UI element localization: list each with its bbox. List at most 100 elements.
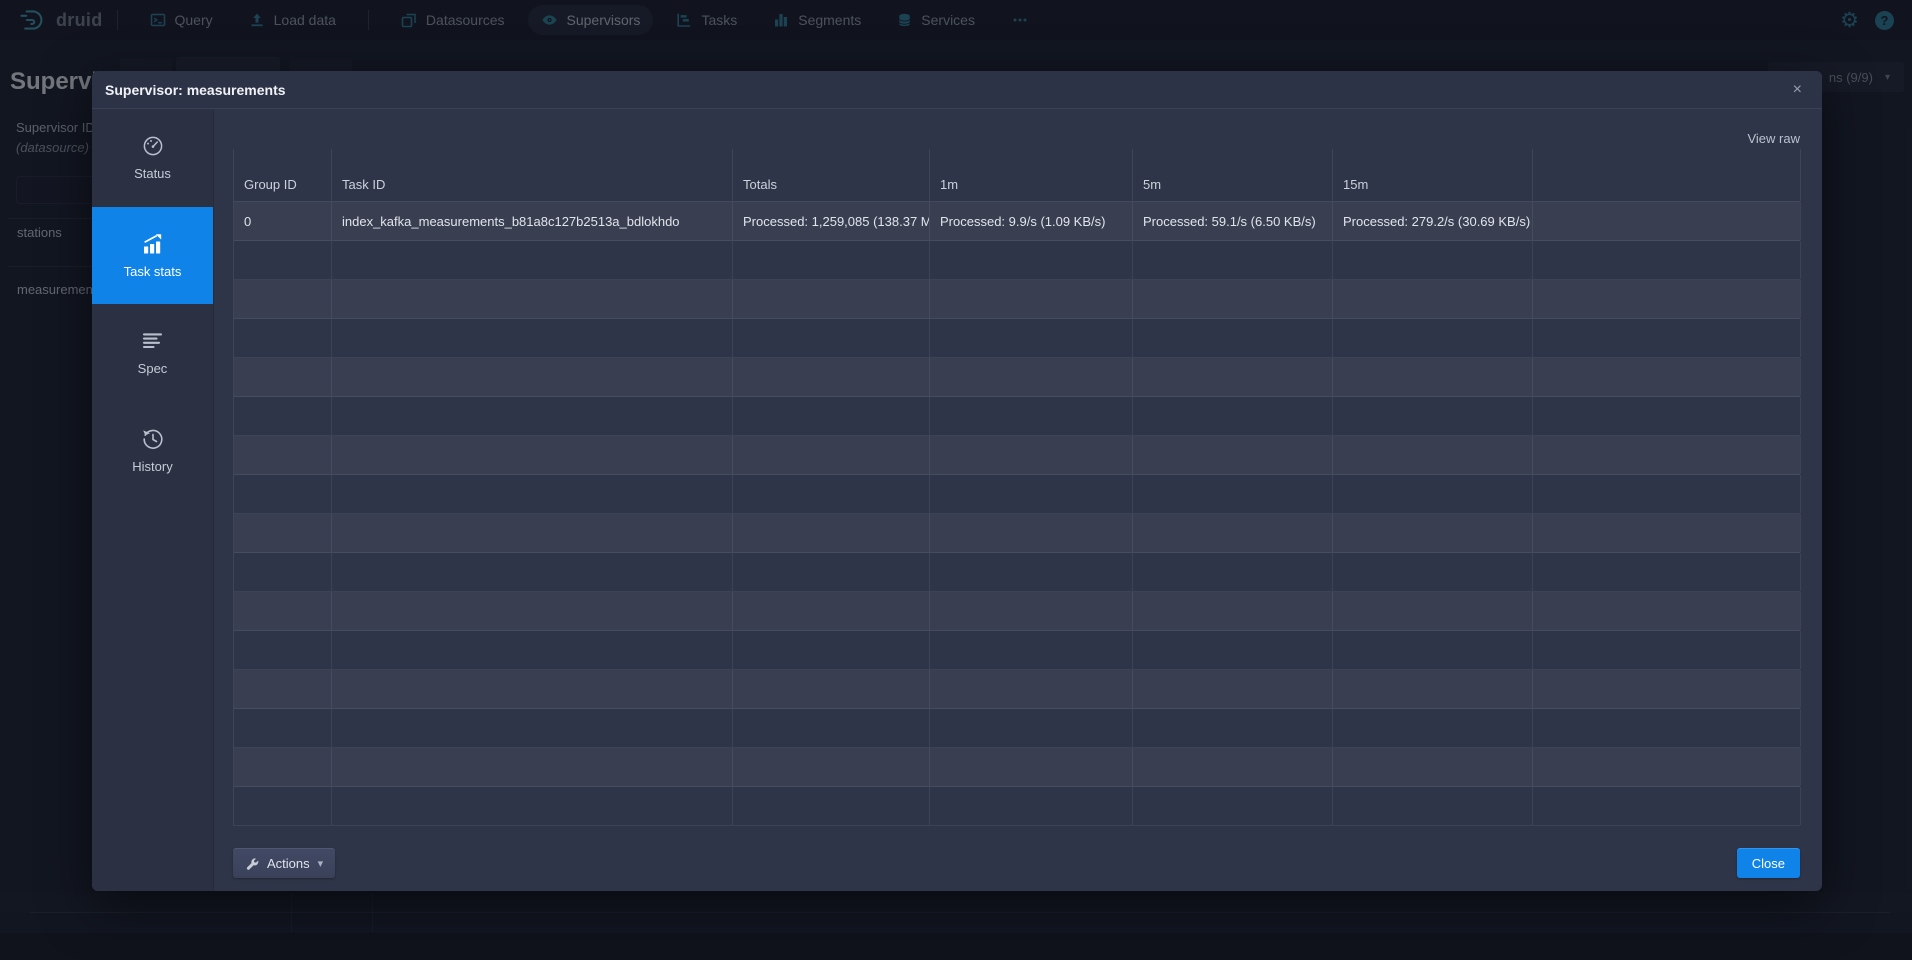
table-cell (1333, 787, 1533, 825)
table-cell (1333, 475, 1533, 513)
table-cell (930, 319, 1133, 357)
table-cell (1133, 787, 1333, 825)
actions-button[interactable]: Actions ▾ (233, 848, 335, 878)
column-header[interactable]: 5m (1133, 149, 1333, 201)
column-header[interactable]: Group ID (234, 149, 332, 201)
tab-label: Task stats (124, 264, 182, 279)
table-cell (930, 475, 1133, 513)
column-header[interactable]: 15m (1333, 149, 1533, 201)
table-cell (332, 709, 733, 747)
table-cell (733, 241, 930, 279)
table-cell (332, 475, 733, 513)
table-cell (733, 787, 930, 825)
table-row (234, 319, 1800, 358)
table-cell (1533, 670, 1801, 708)
table-cell (1533, 436, 1801, 474)
table-cell (332, 358, 733, 396)
dialog-content: View raw Group IDTask IDTotals1m5m15m 0i… (214, 109, 1822, 891)
table-row (234, 553, 1800, 592)
table-row (234, 358, 1800, 397)
table-cell (1333, 748, 1533, 786)
table-cell: index_kafka_measurements_b81a8c127b2513a… (332, 202, 733, 240)
table-cell (930, 709, 1133, 747)
actions-button-label: Actions (267, 856, 310, 871)
table-cell (1533, 202, 1801, 240)
table-cell (234, 592, 332, 630)
table-cell (1133, 748, 1333, 786)
table-cell (1533, 241, 1801, 279)
tab-status[interactable]: Status (92, 109, 213, 207)
table-cell (1133, 280, 1333, 318)
close-button-label: Close (1752, 856, 1785, 871)
table-cell (1533, 748, 1801, 786)
tab-history[interactable]: History (92, 402, 213, 500)
table-cell (332, 670, 733, 708)
tab-label: History (132, 459, 172, 474)
table-row (234, 631, 1800, 670)
table-cell (1533, 475, 1801, 513)
table-cell (1333, 397, 1533, 435)
table-row (234, 241, 1800, 280)
table-cell (234, 436, 332, 474)
bar-chart-icon (141, 232, 165, 256)
table-cell (1133, 592, 1333, 630)
table-cell (733, 748, 930, 786)
close-button[interactable]: Close (1737, 848, 1800, 878)
table-cell (1533, 553, 1801, 591)
table-cell (1333, 241, 1533, 279)
table-cell (930, 670, 1133, 708)
table-cell (234, 514, 332, 552)
table-cell (930, 787, 1133, 825)
table-cell (1333, 553, 1533, 591)
table-cell (234, 280, 332, 318)
table-cell (1333, 436, 1533, 474)
table-row (234, 592, 1800, 631)
supervisor-dialog: Supervisor: measurements × Status Task st… (92, 71, 1822, 891)
table-row (234, 709, 1800, 748)
table-cell (930, 241, 1133, 279)
table-cell (930, 748, 1133, 786)
table-cell (1133, 436, 1333, 474)
table-row (234, 670, 1800, 709)
column-header[interactable]: Totals (733, 149, 930, 201)
column-header[interactable] (1533, 149, 1801, 201)
view-raw-link[interactable]: View raw (1747, 131, 1800, 146)
column-header[interactable]: 1m (930, 149, 1133, 201)
table-cell (1133, 631, 1333, 669)
table-cell (1533, 514, 1801, 552)
tab-task-stats[interactable]: Task stats (92, 207, 213, 305)
table-cell: Processed: 9.9/s (1.09 KB/s) (930, 202, 1133, 240)
table-row (234, 748, 1800, 787)
table-cell (234, 241, 332, 279)
table-cell (332, 319, 733, 357)
table-cell (332, 748, 733, 786)
table-cell (1133, 553, 1333, 591)
table-cell (1133, 475, 1333, 513)
tab-label: Spec (138, 361, 168, 376)
tab-spec[interactable]: Spec (92, 304, 213, 402)
table-cell (234, 748, 332, 786)
table-cell (1333, 319, 1533, 357)
dialog-header: Supervisor: measurements × (92, 71, 1822, 109)
druid-console: druid QueryLoad dataDatasourcesSuperviso… (0, 0, 1912, 960)
table-row (234, 436, 1800, 475)
table-cell (234, 709, 332, 747)
table-cell (234, 319, 332, 357)
table-cell (234, 631, 332, 669)
close-icon[interactable]: × (1789, 78, 1806, 102)
table-cell (733, 709, 930, 747)
table-cell (930, 358, 1133, 396)
table-cell (1133, 358, 1333, 396)
dialog-footer: Actions ▾ Close (233, 848, 1800, 878)
table-cell (234, 670, 332, 708)
table-cell (930, 631, 1133, 669)
table-cell (1133, 709, 1333, 747)
history-icon (141, 427, 165, 451)
table-cell (1333, 631, 1533, 669)
table-body: 0index_kafka_measurements_b81a8c127b2513… (234, 202, 1800, 826)
table-cell (332, 436, 733, 474)
table-cell (332, 553, 733, 591)
column-header[interactable]: Task ID (332, 149, 733, 201)
dialog-title: Supervisor: measurements (105, 82, 286, 98)
dashboard-icon (141, 134, 165, 158)
